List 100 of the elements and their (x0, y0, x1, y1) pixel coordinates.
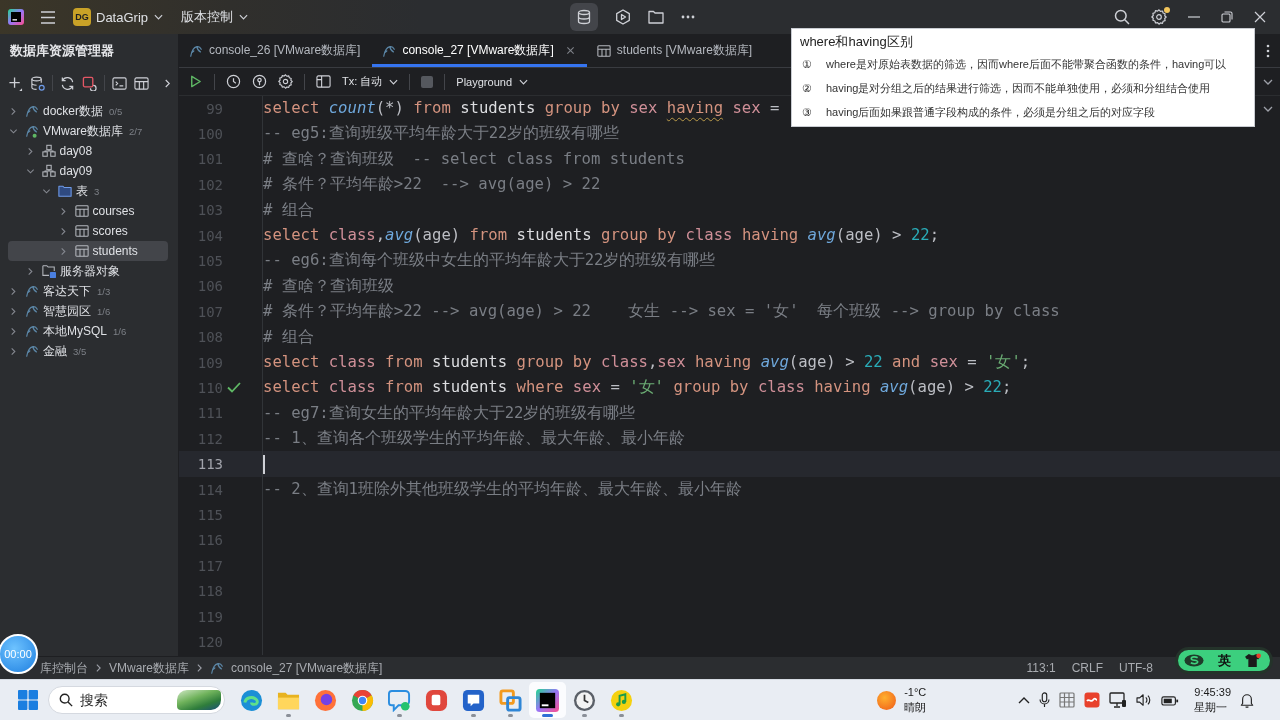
tree-item[interactable]: 金融 (43, 342, 67, 360)
monitor-icon[interactable] (1109, 692, 1128, 708)
tree-item[interactable]: scores (92, 224, 128, 238)
breadcrumb-item[interactable]: 库控制台 (40, 659, 88, 677)
layout-icon[interactable] (316, 74, 331, 89)
tree-item[interactable]: 本地MySQL (43, 322, 107, 340)
folder-icon[interactable] (648, 9, 665, 25)
code-line: # 组合 (263, 199, 314, 221)
chevron-right-icon (196, 663, 203, 673)
file-encoding[interactable]: UTF-8 (1119, 661, 1153, 675)
caret-position[interactable]: 113:1 (1026, 661, 1056, 675)
circle-pin-icon[interactable] (252, 74, 267, 89)
item-count: 1/6 (113, 325, 127, 337)
menu-icon[interactable] (40, 10, 56, 24)
breadcrumb-item[interactable]: console_27 [VMware数据库] (231, 659, 383, 677)
chevron-down-icon[interactable] (1263, 78, 1273, 85)
chevron-right-icon[interactable] (164, 77, 171, 89)
tree-item[interactable]: 服务器对象 (59, 262, 120, 280)
close-icon[interactable] (565, 46, 575, 55)
item-count: 0/5 (109, 105, 123, 117)
transaction-mode-dropdown[interactable]: Tx: 自动 (342, 74, 399, 89)
table-icon[interactable] (134, 75, 149, 91)
app-logo-icon[interactable] (536, 688, 559, 712)
code-line: select class from students where sex = '女' group by class having avg(age) > 22; (263, 377, 1012, 399)
clock-time[interactable]: 9:45:39 (1194, 685, 1231, 700)
item-count: 2/7 (129, 125, 143, 137)
caret-icon (154, 14, 164, 20)
bell-icon[interactable] (1240, 692, 1254, 708)
project-menu-button[interactable]: DataGrip (96, 5, 164, 29)
line-ending[interactable]: CRLF (1071, 661, 1103, 675)
restore-icon[interactable] (1221, 11, 1233, 23)
overlapping-squares-icon[interactable] (499, 688, 522, 712)
clock-day[interactable]: 星期一 (1194, 700, 1228, 715)
editor-tab[interactable]: console_26 [VMware数据库] (179, 34, 373, 67)
code-line: -- eg6:查询每个班级中女生的平均年龄大于22岁的班级有哪些 (263, 250, 716, 272)
database-button[interactable] (570, 3, 599, 31)
app-logo-icon[interactable] (8, 9, 24, 25)
editor-tab[interactable]: console_27 [VMware数据库] (372, 34, 587, 67)
chevron-right-icon[interactable] (9, 306, 18, 316)
hills-picture (177, 690, 221, 710)
play-hexagon-icon[interactable] (615, 9, 632, 25)
code-line: select count(*) from students group by sex having sex = (263, 98, 780, 119)
kebab-menu-icon[interactable] (1266, 43, 1270, 58)
tree-item[interactable]: students (92, 244, 138, 258)
play-icon[interactable] (188, 74, 203, 89)
tree-item[interactable]: 智慧园区 (43, 302, 91, 320)
code-line: select class from students group by class,sex having avg(age) > 22 and sex = '女'; (263, 351, 1031, 373)
editor-tab[interactable]: students [VMware数据库] (586, 34, 765, 67)
start-grid-icon[interactable] (18, 690, 38, 710)
microphone-icon[interactable] (1039, 692, 1051, 708)
settings-icon[interactable] (1151, 9, 1167, 25)
chevron-down-icon[interactable] (1263, 106, 1273, 112)
active-app-tile[interactable] (529, 682, 566, 718)
square-refresh-icon[interactable] (82, 75, 97, 91)
schema-icon (41, 144, 56, 158)
console-icon[interactable] (112, 75, 127, 91)
battery-icon[interactable] (1161, 693, 1180, 707)
swirl-circle-icon[interactable] (240, 688, 263, 712)
keyboard-grid-icon[interactable] (1059, 692, 1076, 708)
speaker-icon[interactable] (1136, 693, 1153, 707)
message-square-icon[interactable] (462, 688, 485, 712)
tree-item[interactable]: VMware数据库 (43, 122, 123, 140)
add-icon[interactable] (8, 75, 23, 91)
chevron-right-icon[interactable] (9, 106, 18, 116)
chevron-right-icon[interactable] (9, 286, 18, 296)
shirt-icon[interactable] (1245, 653, 1262, 668)
chevron-up-icon[interactable] (1018, 696, 1031, 704)
chat-bubble-icon[interactable] (388, 688, 411, 712)
chevron-right-icon[interactable] (9, 326, 18, 336)
tree-item[interactable]: courses (92, 204, 135, 218)
table-icon (596, 43, 611, 58)
database-gear-icon[interactable] (30, 75, 45, 91)
globe-icon[interactable] (314, 688, 337, 712)
tree-item[interactable]: day09 (59, 164, 93, 178)
segmented-circle-icon[interactable] (351, 688, 374, 712)
vcs-menu-button[interactable]: 版本控制 (181, 5, 249, 29)
panel-title: 数据库资源管理器 (10, 42, 114, 60)
history-icon[interactable] (226, 74, 241, 89)
folder-square-icon (41, 264, 56, 278)
tree-item[interactable]: docker数据 (43, 102, 104, 120)
breadcrumb-item[interactable]: VMware数据库 (109, 659, 189, 677)
music-note-icon[interactable] (610, 688, 633, 712)
tree-item[interactable]: day08 (59, 144, 93, 158)
tree-item[interactable]: 表 (76, 182, 88, 200)
rounded-tile-icon[interactable] (425, 688, 448, 712)
settings-icon[interactable] (278, 74, 293, 89)
wave-tile-icon[interactable] (1084, 692, 1101, 708)
note-text: having后面如果跟普通字段构成的条件，必须是分组之后的对应字段 (826, 104, 1156, 120)
note-text: having是对分组之后的结果进行筛选，因而不能单独使用，必须和分组结合使用 (826, 80, 1211, 96)
more-icon[interactable] (681, 15, 696, 19)
code-line: # 查啥？查询班级 -- select class from students (263, 148, 685, 170)
tree-item[interactable]: 客达天下 (43, 282, 91, 300)
swoosh-icon[interactable] (1184, 654, 1204, 667)
chevron-right-icon[interactable] (9, 346, 18, 356)
clock-icon[interactable] (573, 688, 596, 712)
input-mode[interactable]: 英 (1218, 651, 1231, 670)
item-count: 1/6 (97, 305, 111, 317)
search-icon[interactable] (1114, 9, 1130, 25)
session-dropdown[interactable]: Playground (456, 75, 528, 88)
refresh-icon[interactable] (60, 75, 75, 91)
